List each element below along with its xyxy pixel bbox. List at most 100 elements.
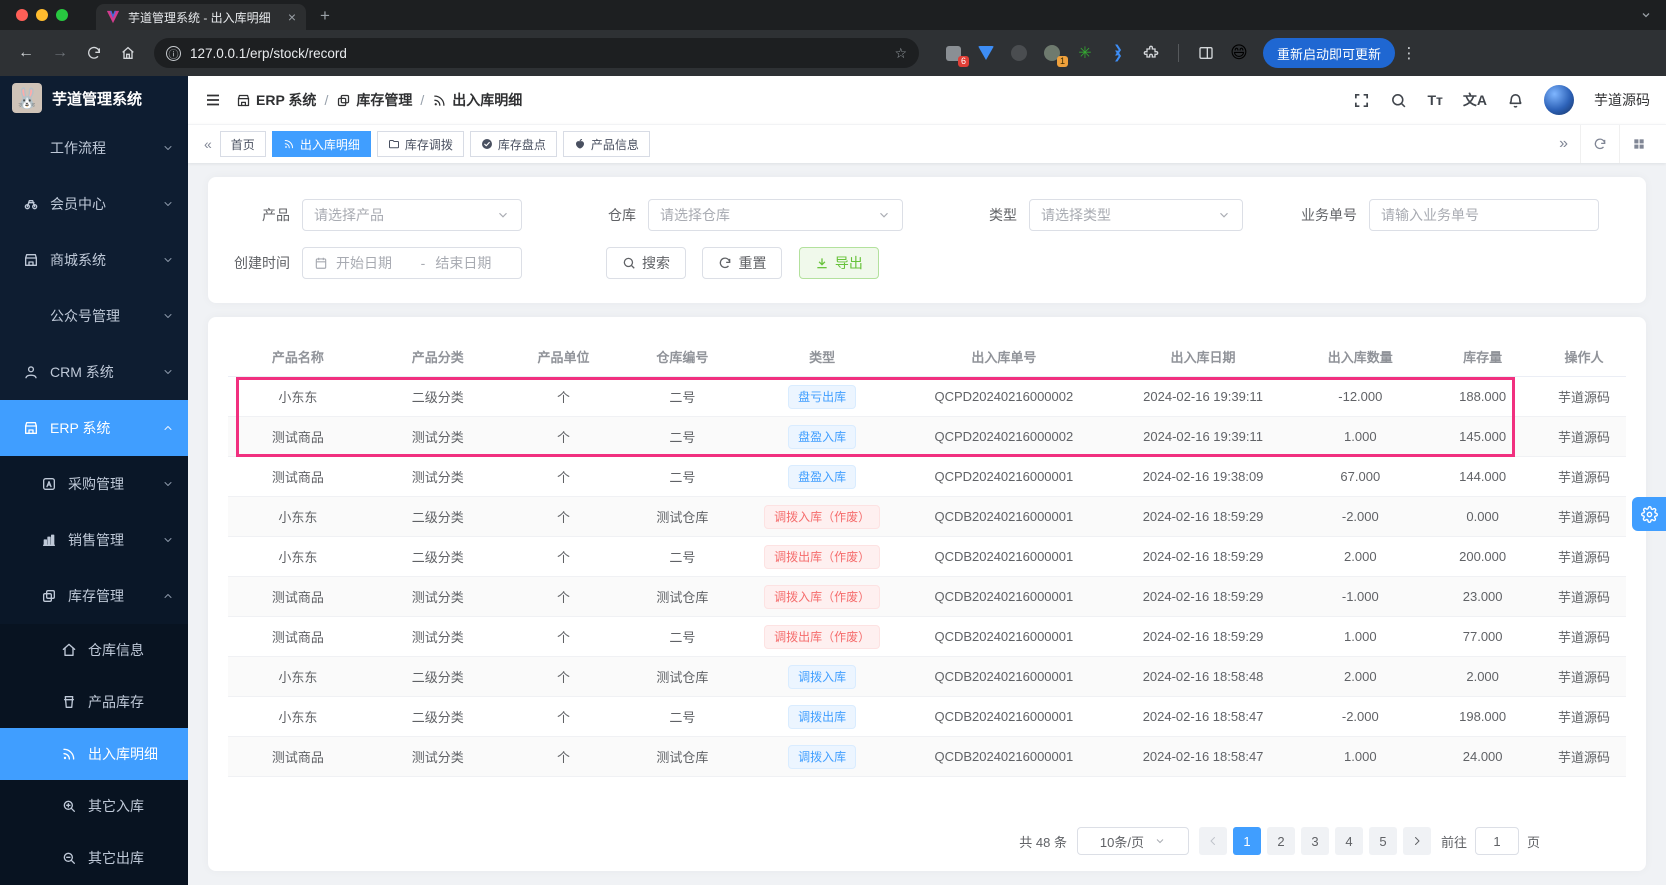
sidebar-item-stock-record[interactable]: 出入库明细 <box>0 728 188 780</box>
profile-emoji-icon[interactable]: 😄 <box>1229 43 1249 63</box>
extension-cone-icon[interactable] <box>976 43 996 63</box>
extensions-puzzle-icon[interactable] <box>1141 43 1161 63</box>
search-icon[interactable] <box>1390 92 1407 109</box>
page-button-3[interactable]: 3 <box>1301 827 1329 855</box>
page-button-4[interactable]: 4 <box>1335 827 1363 855</box>
chevron-down-icon <box>162 142 174 154</box>
cell-category: 二级分类 <box>368 507 508 526</box>
breadcrumb-item-erp-system[interactable]: ERP 系统 <box>236 90 316 110</box>
sidebar-item-member-center[interactable]: 会员中心 <box>0 176 188 232</box>
fullscreen-icon[interactable] <box>1353 92 1370 109</box>
other-out-icon <box>60 849 78 867</box>
bookmark-star-icon[interactable]: ☆ <box>894 46 907 60</box>
product-select[interactable]: 请选择产品 <box>302 199 522 231</box>
bizno-input[interactable]: 请输入业务单号 <box>1369 199 1599 231</box>
sidebar-item-stock-mgmt[interactable]: 库存管理 <box>0 568 188 624</box>
user-avatar[interactable] <box>1544 85 1574 115</box>
layout-grid-icon[interactable] <box>1619 125 1658 163</box>
extension-circle-icon[interactable]: 1 <box>1042 43 1062 63</box>
stock-mgmt-icon <box>40 587 58 605</box>
page-tab-product-info[interactable]: 产品信息 <box>563 131 650 157</box>
erp-system-icon <box>22 419 40 437</box>
extension-chevrons-icon[interactable]: ❯❯ <box>1108 43 1128 63</box>
page-tab-home[interactable]: 首页 <box>220 131 266 157</box>
column-header: 出入库单号 <box>899 347 1109 366</box>
app-logo-row[interactable]: 🐰 芋道管理系统 <box>0 76 188 120</box>
tags-scroll-right-icon[interactable]: » <box>1547 125 1580 163</box>
page-tab-stock-check[interactable]: 库存盘点 <box>470 131 557 157</box>
table-row: 小东东二级分类个二号调拨出库QCDB202402160000012024-02-… <box>228 697 1626 737</box>
apple-icon <box>574 138 586 150</box>
create-time-range-picker[interactable]: 开始日期 - 结束日期 <box>302 247 522 279</box>
sidebar-item-other-in[interactable]: 其它入库 <box>0 780 188 832</box>
collapse-menu-icon[interactable] <box>204 91 222 109</box>
side-panel-icon[interactable] <box>1196 43 1216 63</box>
search-button[interactable]: 搜索 <box>606 247 686 279</box>
url-bar[interactable]: ⓘ 127.0.0.1/erp/stock/record ☆ <box>154 38 919 68</box>
sidebar-item-purchase-mgmt[interactable]: 采购管理 <box>0 456 188 512</box>
font-size-icon[interactable]: Tт <box>1427 92 1442 108</box>
export-button[interactable]: 导出 <box>799 247 879 279</box>
page-button-2[interactable]: 2 <box>1267 827 1295 855</box>
user-name[interactable]: 芋道源码 <box>1594 90 1650 110</box>
tags-scroll-left-icon[interactable]: « <box>196 136 220 152</box>
tab-search-chevron-icon[interactable] <box>1640 9 1652 21</box>
sidebar-item-product-stock[interactable]: 产品库存 <box>0 676 188 728</box>
forward-button[interactable]: → <box>44 37 76 69</box>
type-select[interactable]: 请选择类型 <box>1029 199 1243 231</box>
cell-qty: 1.000 <box>1297 749 1423 764</box>
site-info-icon[interactable]: ⓘ <box>166 46 181 61</box>
extension-blocks-icon[interactable]: 6 <box>943 43 963 63</box>
sidebar-item-label: 商城系统 <box>50 250 162 270</box>
url-text[interactable]: 127.0.0.1/erp/stock/record <box>190 46 885 61</box>
tags-refresh-icon[interactable] <box>1580 125 1619 163</box>
sidebar-item-warehouse-info[interactable]: 仓库信息 <box>0 624 188 676</box>
sidebar-item-mall-system[interactable]: 商城系统 <box>0 232 188 288</box>
sidebar-item-other-out[interactable]: 其它出库 <box>0 832 188 884</box>
browser-update-button[interactable]: 重新启动即可更新 <box>1263 38 1395 68</box>
column-header: 操作人 <box>1542 347 1626 366</box>
page-button-1[interactable]: 1 <box>1233 827 1261 855</box>
sidebar-item-crm-system[interactable]: CRM 系统 <box>0 344 188 400</box>
prev-page-button[interactable] <box>1199 827 1227 855</box>
browser-menu-icon[interactable]: ⋮ <box>1397 44 1421 62</box>
breadcrumb-item-stock-record[interactable]: 出入库明细 <box>432 90 522 110</box>
sidebar-item-workflow[interactable]: 工作流程 <box>0 120 188 176</box>
cell-stock: 2.000 <box>1423 669 1542 684</box>
sidebar-item-erp-system[interactable]: ERP 系统 <box>0 400 188 456</box>
browser-tab[interactable]: 芋道管理系统 - 出入库明细 × <box>96 4 306 30</box>
cell-qty: 2.000 <box>1297 669 1423 684</box>
close-window-button[interactable] <box>16 9 28 21</box>
goto-page-input[interactable] <box>1475 827 1519 855</box>
locale-icon[interactable]: 文A <box>1463 90 1487 110</box>
back-button[interactable]: ← <box>10 37 42 69</box>
start-date-placeholder: 开始日期 <box>336 253 411 273</box>
new-tab-button[interactable]: + <box>312 2 338 28</box>
cell-type: 调拨出库（作废） <box>745 625 899 649</box>
theme-settings-button[interactable] <box>1632 497 1666 531</box>
sidebar-item-official-account[interactable]: 公众号管理 <box>0 288 188 344</box>
browser-tab-title: 芋道管理系统 - 出入库明细 <box>128 9 280 26</box>
page-size-select[interactable]: 10条/页 <box>1077 827 1189 855</box>
next-page-button[interactable] <box>1403 827 1431 855</box>
close-tab-icon[interactable]: × <box>288 10 296 24</box>
warehouse-select[interactable]: 请选择仓库 <box>648 199 903 231</box>
sidebar-item-sales-mgmt[interactable]: 销售管理 <box>0 512 188 568</box>
cell-order_no: QCPD20240216000002 <box>899 429 1109 444</box>
page-tab-stock-move[interactable]: 库存调拨 <box>377 131 464 157</box>
page-tab-stock-record[interactable]: 出入库明细 <box>272 131 371 157</box>
chevron-down-icon <box>1154 835 1166 847</box>
extension-circle-dark-icon[interactable] <box>1009 43 1029 63</box>
reset-button[interactable]: 重置 <box>702 247 782 279</box>
reload-button[interactable] <box>78 37 110 69</box>
extension-star-icon[interactable]: ✳ <box>1075 43 1095 63</box>
create-time-filter-label: 创建时间 <box>232 253 290 273</box>
bizno-filter-label: 业务单号 <box>1299 205 1357 225</box>
home-button[interactable] <box>112 37 144 69</box>
page-button-5[interactable]: 5 <box>1369 827 1397 855</box>
minimize-window-button[interactable] <box>36 9 48 21</box>
breadcrumb-item-stock-mgmt[interactable]: 库存管理 <box>336 90 412 110</box>
maximize-window-button[interactable] <box>56 9 68 21</box>
app-title: 芋道管理系统 <box>52 88 142 109</box>
notifications-bell-icon[interactable] <box>1507 92 1524 109</box>
